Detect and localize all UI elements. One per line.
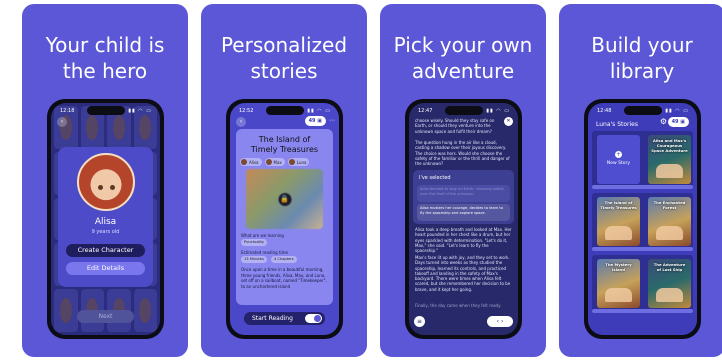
story-paragraph: Finally, the day came when they felt rea… bbox=[415, 303, 502, 308]
close-icon[interactable]: ✕ bbox=[504, 117, 513, 126]
character-name: Alisa bbox=[94, 217, 117, 227]
phone-frame: 12:48 ▮▮ ◠ ▭ Luna's Stories ⚙ 49 ▣ + New … bbox=[584, 99, 701, 339]
avatar bbox=[265, 159, 272, 165]
audio-toggle[interactable] bbox=[305, 314, 322, 323]
bookshelf-row: The Island of Timely Treasures The Encha… bbox=[592, 193, 693, 251]
plus-icon: + bbox=[615, 151, 622, 158]
signal-icon: ▮▮ ◠ ▭ bbox=[665, 108, 689, 114]
story-detail-screen: 12:52 ▮▮ ◠ ▭ ‹ 49 ▣ ⋯ The Island of Timel… bbox=[230, 103, 339, 335]
book-cover[interactable]: The Island of Timely Treasures bbox=[597, 197, 640, 246]
reading-time-label: Estimated reading time bbox=[241, 250, 288, 255]
start-reading-label: Start Reading bbox=[252, 315, 293, 322]
status-time: 12:52 bbox=[239, 108, 254, 114]
phone-notch bbox=[444, 106, 483, 115]
story-paragraph: The question hung in the air like a clou… bbox=[415, 140, 510, 167]
menu-icon[interactable]: ≡ bbox=[414, 315, 425, 327]
avatar bbox=[288, 159, 295, 165]
status-time: 12:18 bbox=[60, 108, 75, 114]
app-store-screenshots: Your child is the hero 12:18 ▮▮ ◠ ▭ ‹ Al… bbox=[0, 0, 722, 361]
character-chip[interactable]: Max bbox=[264, 158, 285, 166]
phone-frame: 12:47 ▮▮ ◠ ▭ ✕ choose wisely. Should they… bbox=[405, 99, 522, 339]
reader-screen: 12:47 ▮▮ ◠ ▭ ✕ choose wisely. Should they… bbox=[409, 103, 518, 335]
panel-library: Build your library 12:48 ▮▮ ◠ ▭ Luna's St… bbox=[559, 4, 722, 357]
character-chip[interactable]: Alisa bbox=[240, 158, 262, 166]
status-time: 12:48 bbox=[597, 108, 612, 114]
book-title: Alisa and Max's Courageous Space Adventu… bbox=[651, 138, 688, 153]
book-cover[interactable]: The Enchanted Forest bbox=[648, 197, 691, 246]
credits-count: 49 bbox=[308, 118, 316, 124]
character-chip[interactable]: Luna bbox=[287, 158, 310, 166]
choice-panel: I've selected Alisa decides to stay on E… bbox=[413, 170, 514, 224]
signal-icon: ▮▮ ◠ ▭ bbox=[486, 108, 510, 114]
start-reading-button[interactable]: Start Reading bbox=[244, 312, 325, 325]
book-cover[interactable]: Alisa and Max's Courageous Space Adventu… bbox=[648, 135, 691, 184]
avatar bbox=[241, 159, 247, 165]
reading-minutes-tag: 13 Minutes bbox=[241, 256, 267, 263]
story-excerpt: Once upon a time in a beautiful morning,… bbox=[241, 267, 327, 289]
signal-icon: ▮▮ ◠ ▭ bbox=[307, 108, 331, 114]
book-title: The Island of Timely Treasures bbox=[600, 200, 637, 210]
book-title: The Mystery Island bbox=[605, 262, 632, 272]
back-icon[interactable]: ‹ bbox=[236, 117, 246, 127]
book-illustration bbox=[605, 226, 632, 240]
gear-icon[interactable]: ⚙ bbox=[660, 117, 667, 126]
character-screen: 12:18 ▮▮ ◠ ▭ ‹ Alisa 9 years old Create C… bbox=[51, 103, 160, 335]
book-illustration bbox=[656, 226, 683, 240]
credits-badge[interactable]: 49 ▣ bbox=[304, 116, 326, 126]
panel-hero: Your child is the hero 12:18 ▮▮ ◠ ▭ ‹ Al… bbox=[22, 4, 188, 357]
choice-option-unselected[interactable]: Alisa decides to stay on Earth, choosing… bbox=[417, 185, 510, 202]
story-paragraph: Max's face lit up with joy, and they set… bbox=[415, 255, 511, 292]
panel-adventure: Pick your own adventure 12:47 ▮▮ ◠ ▭ ✕ ch… bbox=[380, 4, 546, 357]
lock-icon: 🔒 bbox=[278, 193, 291, 206]
more-icon[interactable]: ⋯ bbox=[329, 116, 337, 126]
credits-badge[interactable]: 49 ▣ bbox=[667, 117, 689, 127]
create-character-button[interactable]: Create Character bbox=[66, 244, 145, 257]
avatar bbox=[76, 153, 135, 211]
story-paragraph: Alisa took a deep breath and looked at M… bbox=[415, 227, 512, 253]
character-card: Alisa 9 years old Create Character Edit … bbox=[58, 147, 153, 287]
book-title: The Enchanted Forest bbox=[653, 200, 686, 210]
panel-headline: Pick your own adventure bbox=[393, 33, 533, 83]
bookshelf-row: + New Story Alisa and Max's Courageous S… bbox=[592, 131, 693, 189]
phone-notch bbox=[86, 106, 125, 115]
panel-headline: Build your library bbox=[591, 33, 693, 83]
book-cover[interactable]: The Mystery Island bbox=[597, 259, 640, 308]
status-time: 12:47 bbox=[418, 108, 433, 114]
panel-personalized: Personalized stories 12:52 ▮▮ ◠ ▭ ‹ 49 ▣ … bbox=[201, 4, 367, 357]
book-illustration bbox=[656, 288, 683, 302]
character-age: 9 years old bbox=[91, 229, 120, 235]
phone-notch bbox=[265, 106, 304, 115]
next-button[interactable]: Next bbox=[77, 310, 134, 323]
credits-count: 49 bbox=[671, 119, 679, 125]
library-screen: 12:48 ▮▮ ◠ ▭ Luna's Stories ⚙ 49 ▣ + New … bbox=[588, 103, 697, 335]
book-cover[interactable]: The Adventure of Lost Ship bbox=[648, 259, 691, 308]
book-title: The Adventure of Lost Ship bbox=[653, 262, 686, 272]
bookshelf-row: The Mystery Island The Adventure of Lost… bbox=[592, 255, 693, 313]
new-story-label: New Story bbox=[606, 161, 631, 166]
page-nav[interactable]: ‹ › bbox=[487, 315, 513, 327]
story-title: The Island of Timely Treasures bbox=[250, 135, 319, 154]
edit-details-button[interactable]: Edit Details bbox=[66, 262, 145, 275]
phone-frame: 12:18 ▮▮ ◠ ▭ ‹ Alisa 9 years old Create C… bbox=[47, 99, 164, 339]
panel-headline: Personalized stories bbox=[220, 33, 348, 83]
character-chips: Alisa Max Luna bbox=[240, 158, 329, 166]
choice-option-selected[interactable]: Alisa musters her courage, decides to le… bbox=[417, 204, 510, 221]
learning-label: What are we learning bbox=[241, 233, 284, 238]
signal-icon: ▮▮ ◠ ▭ bbox=[128, 108, 152, 114]
back-icon[interactable]: ‹ bbox=[57, 117, 67, 127]
book-illustration bbox=[605, 288, 632, 302]
phone-frame: 12:52 ▮▮ ◠ ▭ ‹ 49 ▣ ⋯ The Island of Timel… bbox=[226, 99, 343, 339]
reading-chapters-tag: 4 Chapters bbox=[271, 256, 297, 263]
phone-notch bbox=[623, 106, 662, 115]
panel-headline: Your child is the hero bbox=[45, 33, 165, 83]
story-paragraph: choose wisely. Should they stay safe on … bbox=[415, 118, 495, 134]
learning-tag: Punctuality bbox=[241, 239, 268, 246]
reader-controls: ≡ ‹ › bbox=[414, 315, 513, 327]
book-illustration bbox=[656, 164, 683, 178]
library-title: Luna's Stories bbox=[596, 121, 638, 128]
story-card: The Island of Timely Treasures Alisa Max… bbox=[236, 129, 333, 305]
choice-heading: I've selected bbox=[419, 175, 451, 181]
new-story-button[interactable]: + New Story bbox=[597, 135, 640, 184]
story-cover-image: 🔒 bbox=[246, 169, 323, 229]
